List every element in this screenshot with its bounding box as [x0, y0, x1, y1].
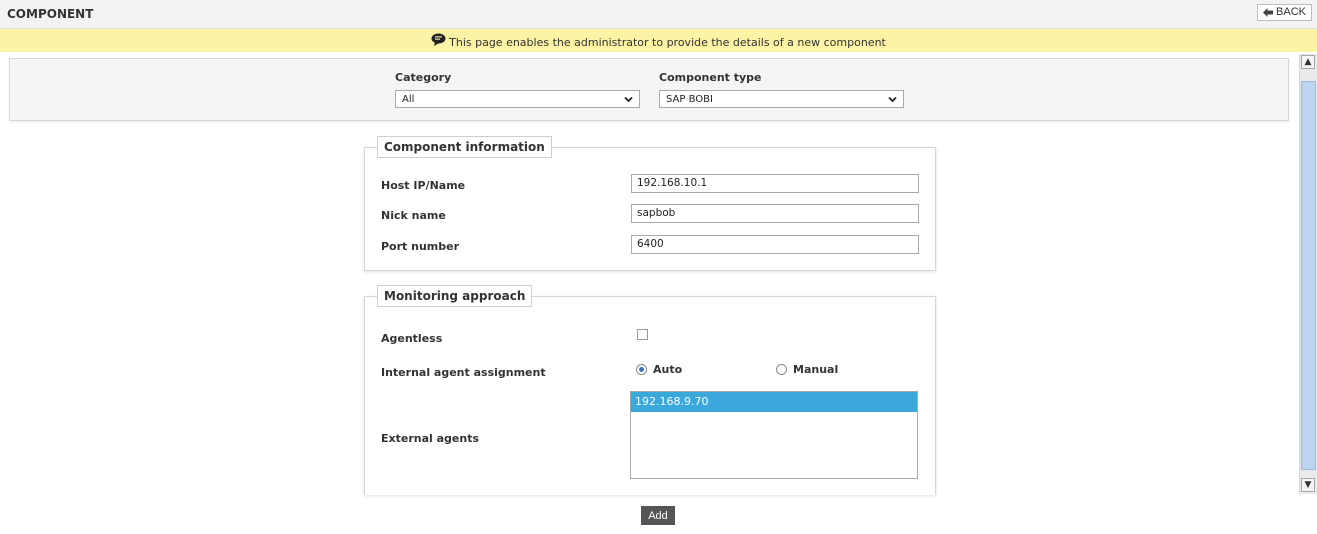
component-type-select[interactable]: SAP BOBI — [659, 90, 904, 108]
chevron-down-icon — [888, 96, 897, 103]
radio-manual[interactable]: Manual — [776, 363, 838, 376]
vertical-scrollbar[interactable]: ▲ ▼ — [1299, 54, 1317, 494]
scroll-down-button[interactable]: ▼ — [1301, 478, 1315, 492]
filter-bar: Category All Component type SAP BOBI — [9, 58, 1289, 121]
radio-auto[interactable]: Auto — [636, 363, 682, 376]
back-button-label: BACK — [1276, 6, 1306, 18]
monitoring-approach-legend: Monitoring approach — [377, 285, 533, 307]
scroll-up-button[interactable]: ▲ — [1301, 55, 1315, 69]
host-ip-input[interactable]: 192.168.10.1 — [631, 174, 919, 193]
radio-manual-label: Manual — [793, 363, 839, 376]
page-title: COMPONENT — [7, 7, 94, 21]
category-select-value: All — [402, 94, 415, 105]
port-number-input[interactable]: 6400 — [631, 235, 919, 254]
back-button[interactable]: BACK — [1257, 4, 1312, 21]
back-arrow-icon — [1263, 8, 1274, 17]
radio-auto-label: Auto — [653, 363, 683, 376]
component-type-select-value: SAP BOBI — [666, 94, 713, 105]
component-information-legend: Component information — [377, 136, 552, 158]
nick-name-input[interactable]: sapbob — [631, 204, 919, 223]
host-ip-label: Host IP/Name — [381, 179, 466, 192]
title-bar: COMPONENT BACK — [0, 0, 1317, 29]
nick-name-label: Nick name — [381, 209, 446, 222]
radio-manual-button[interactable] — [776, 364, 787, 375]
category-select[interactable]: All — [395, 90, 640, 108]
monitoring-approach-panel: Monitoring approach Agentless Internal a… — [364, 285, 936, 495]
scroll-thumb[interactable] — [1301, 81, 1316, 470]
info-message: This page enables the administrator to p… — [449, 36, 886, 49]
info-banner: This page enables the administrator to p… — [0, 29, 1317, 52]
port-number-label: Port number — [381, 240, 460, 253]
internal-agent-assignment-label: Internal agent assignment — [381, 366, 546, 379]
component-type-label: Component type — [659, 71, 762, 84]
list-item[interactable]: 192.168.9.70 — [631, 392, 917, 412]
agentless-label: Agentless — [381, 332, 443, 345]
chevron-down-icon — [624, 96, 633, 103]
radio-auto-button[interactable] — [636, 364, 647, 375]
speech-bubble-icon — [431, 33, 446, 46]
external-agents-listbox[interactable]: 192.168.9.70 — [630, 391, 918, 479]
category-label: Category — [395, 71, 452, 84]
agentless-checkbox[interactable] — [637, 329, 648, 340]
component-information-panel: Component information Host IP/Name 192.1… — [364, 136, 936, 271]
external-agents-label: External agents — [381, 432, 480, 445]
add-button[interactable]: Add — [641, 506, 675, 525]
